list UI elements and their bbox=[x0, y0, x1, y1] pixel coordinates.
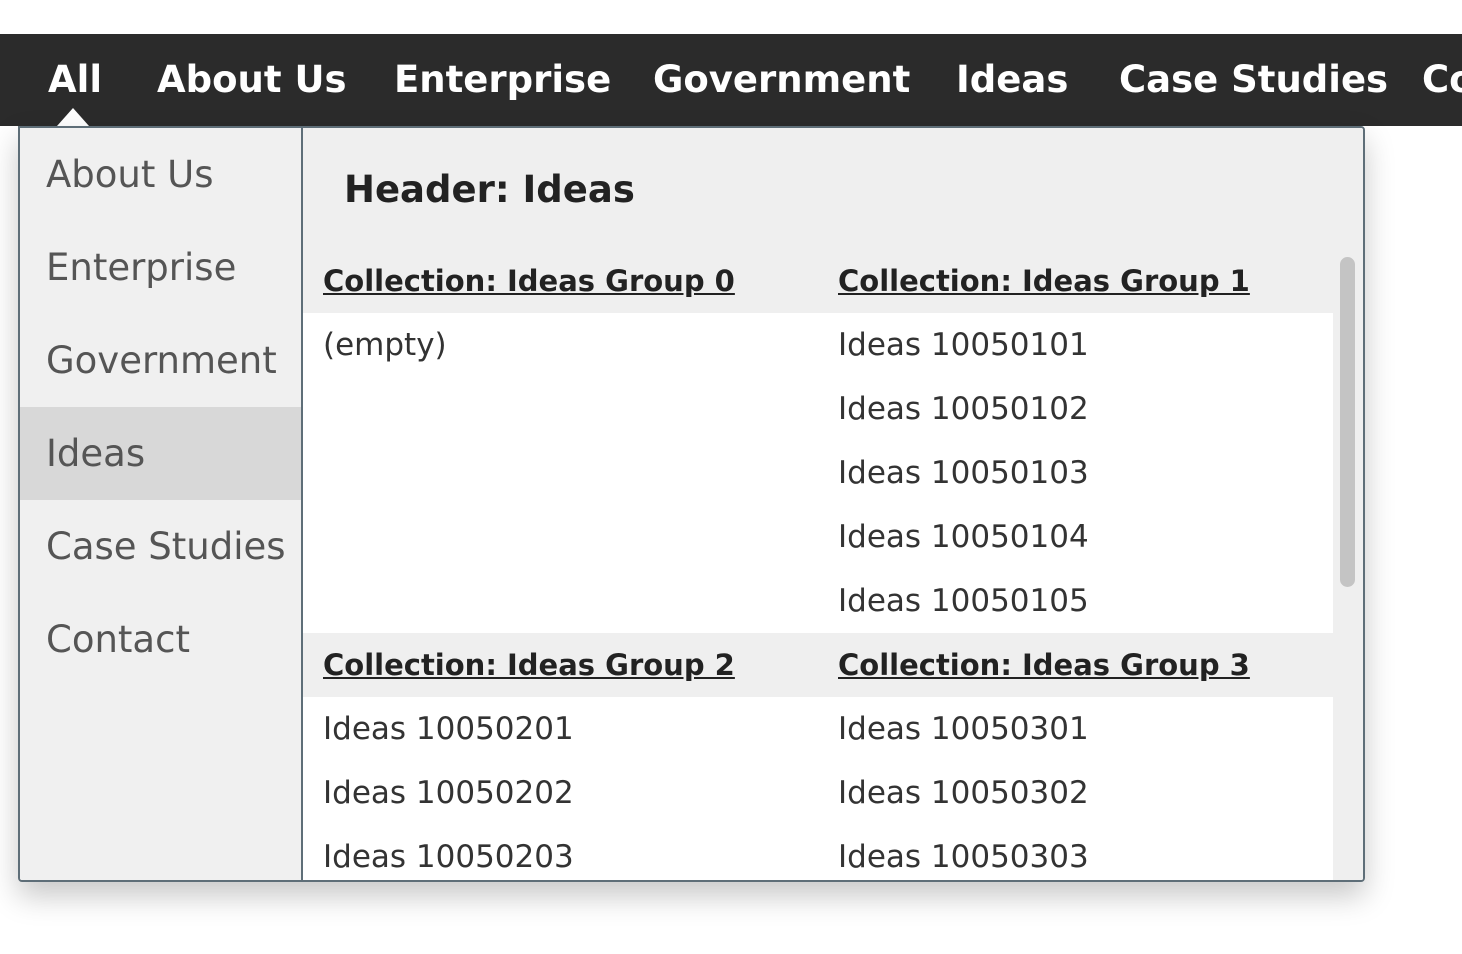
group-0-empty-text: (empty) bbox=[323, 327, 447, 363]
list-item[interactable]: Ideas 10050102 bbox=[838, 377, 1089, 441]
nav-item-enterprise[interactable]: Enterprise bbox=[394, 34, 611, 126]
list-item[interactable]: Ideas 10050301 bbox=[838, 697, 1089, 761]
category-sidebar: About Us Enterprise Government Ideas Cas… bbox=[20, 128, 303, 880]
nav-item-ideas[interactable]: Ideas bbox=[956, 34, 1068, 126]
nav-item-case-studies[interactable]: Case Studies bbox=[1119, 34, 1388, 126]
group-3-title-link[interactable]: Collection: Ideas Group 3 bbox=[838, 633, 1250, 697]
sidebar-item-contact[interactable]: Contact bbox=[20, 593, 301, 686]
list-item[interactable]: Ideas 10050104 bbox=[838, 505, 1089, 569]
group-header-row: Collection: Ideas Group 0 Collection: Id… bbox=[303, 249, 1333, 313]
sidebar-item-enterprise[interactable]: Enterprise bbox=[20, 221, 301, 314]
panel-header: Header: Ideas bbox=[344, 168, 635, 211]
nav-item-government[interactable]: Government bbox=[653, 34, 910, 126]
vertical-scrollbar[interactable] bbox=[1333, 249, 1363, 880]
content-panel: Header: Ideas Collection: Ideas Group 0 … bbox=[303, 128, 1363, 880]
collection-list: Collection: Ideas Group 0 Collection: Id… bbox=[303, 249, 1333, 880]
list-item[interactable]: Ideas 10050303 bbox=[838, 825, 1089, 880]
list-item[interactable]: Ideas 10050302 bbox=[838, 761, 1089, 825]
group-header-row: Collection: Ideas Group 2 Collection: Id… bbox=[303, 633, 1333, 697]
list-item[interactable]: Ideas 10050202 bbox=[323, 761, 574, 825]
top-navigation-bar: All About Us Enterprise Government Ideas… bbox=[0, 34, 1462, 126]
list-item[interactable]: Ideas 10050201 bbox=[323, 697, 574, 761]
mega-menu-dropdown: About Us Enterprise Government Ideas Cas… bbox=[18, 126, 1365, 882]
list-item[interactable]: Ideas 10050103 bbox=[838, 441, 1089, 505]
group-2-title-link[interactable]: Collection: Ideas Group 2 bbox=[323, 633, 735, 697]
sidebar-item-government[interactable]: Government bbox=[20, 314, 301, 407]
nav-item-contact[interactable]: Contact bbox=[1422, 34, 1462, 126]
group-0-title-link[interactable]: Collection: Ideas Group 0 bbox=[323, 249, 735, 313]
scrollbar-thumb[interactable] bbox=[1340, 257, 1355, 587]
list-item[interactable]: Ideas 10050105 bbox=[838, 569, 1089, 633]
list-item[interactable]: Ideas 10050203 bbox=[323, 825, 574, 880]
nav-item-about-us[interactable]: About Us bbox=[157, 34, 347, 126]
active-caret-icon bbox=[57, 108, 89, 126]
group-1-title-link[interactable]: Collection: Ideas Group 1 bbox=[838, 249, 1250, 313]
sidebar-item-ideas[interactable]: Ideas bbox=[20, 407, 301, 500]
sidebar-item-about-us[interactable]: About Us bbox=[20, 128, 301, 221]
list-item[interactable]: Ideas 10050101 bbox=[838, 313, 1089, 377]
sidebar-item-case-studies[interactable]: Case Studies bbox=[20, 500, 301, 593]
